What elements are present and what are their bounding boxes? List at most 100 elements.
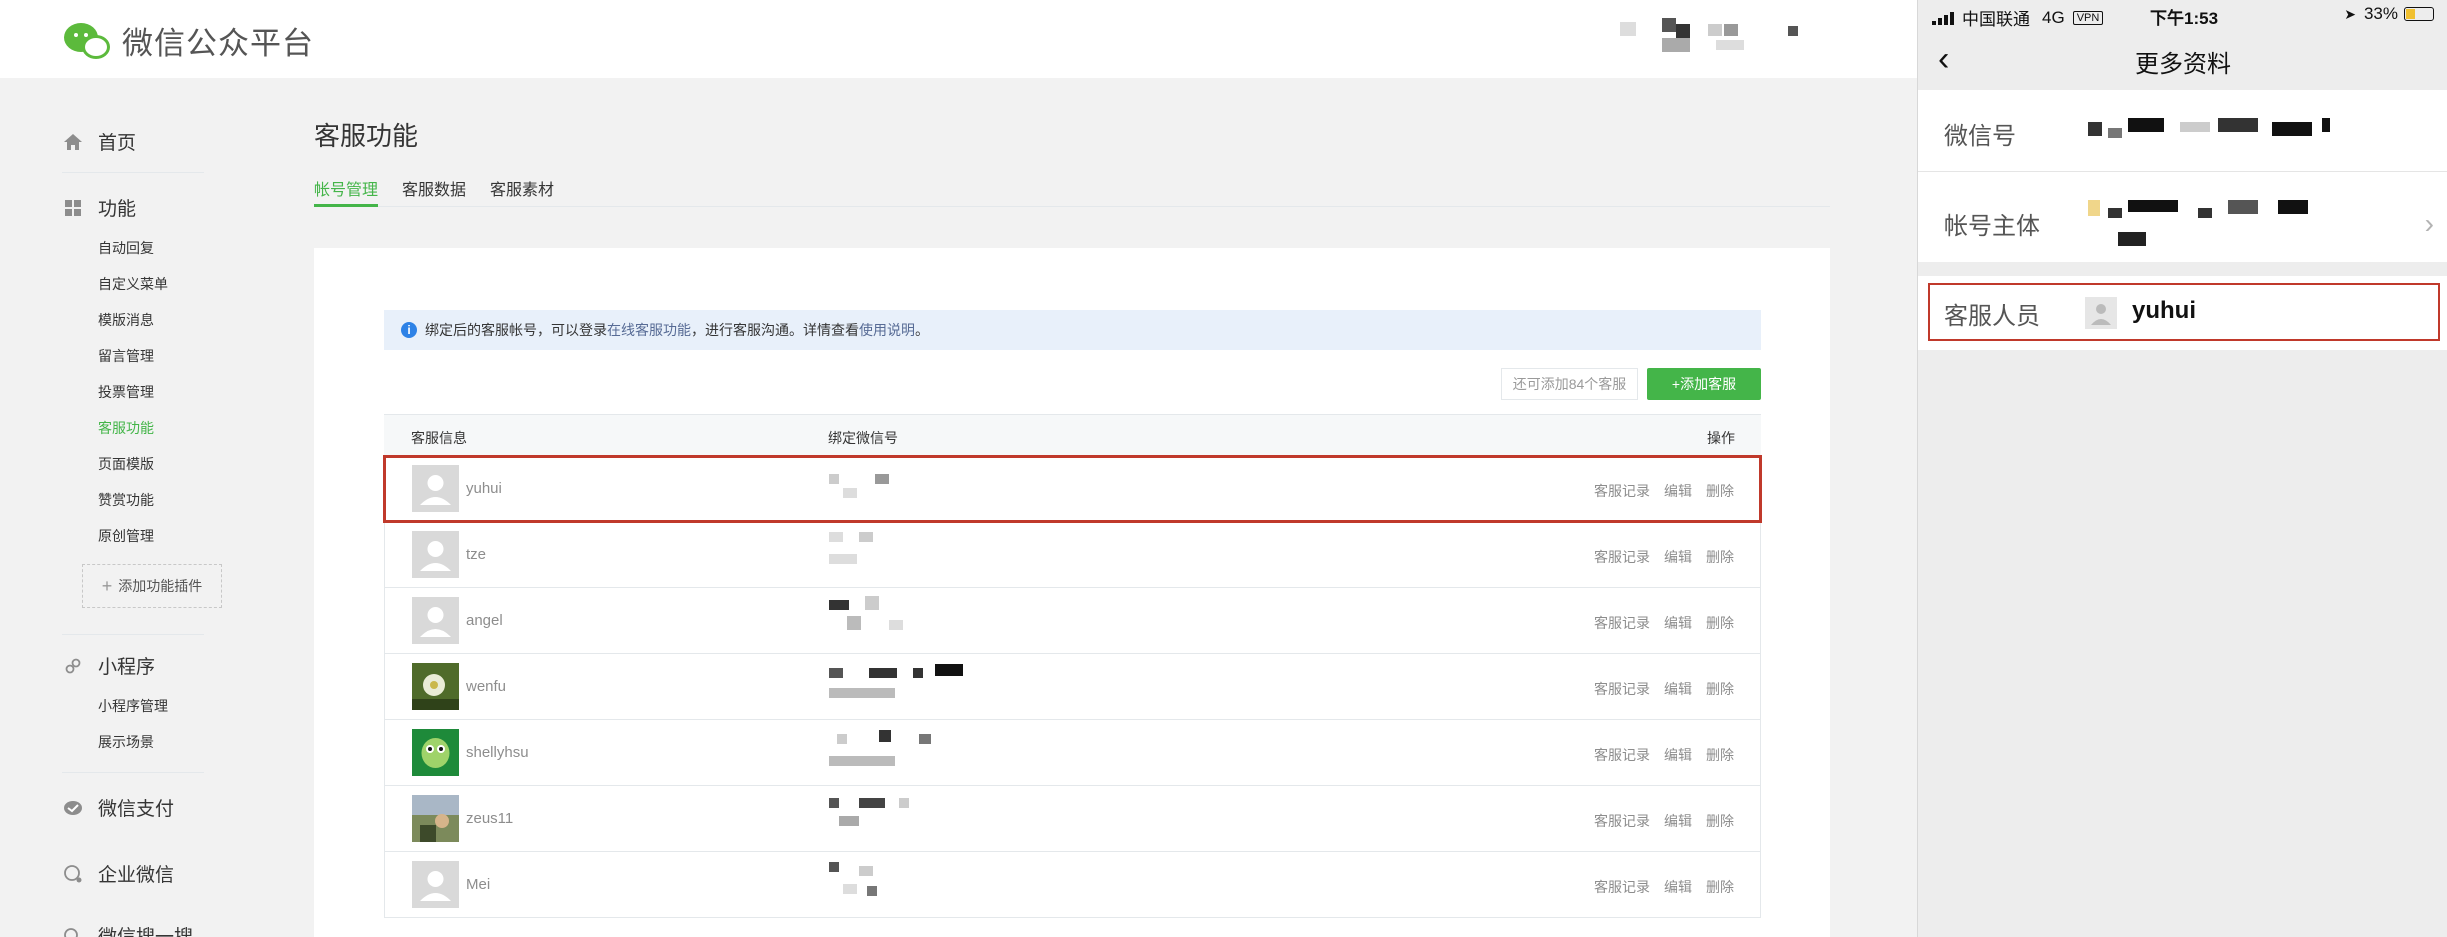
agent-name: tze [466, 546, 487, 563]
delete-link[interactable]: 删除 [1706, 681, 1734, 697]
tab-account-management[interactable]: 帐号管理 [314, 176, 379, 207]
sidebar-item-search[interactable]: 微信搜一搜 [62, 922, 193, 937]
sidebar-item-home[interactable]: 首页 [62, 128, 136, 155]
account-avatar-blurred[interactable] [1620, 18, 1810, 58]
sidebar-subitem-original[interactable]: 原创管理 [98, 526, 154, 546]
list-item-wechat-id: 微信号 [1918, 90, 2447, 172]
sidebar-subitem-auto-reply[interactable]: 自动回复 [98, 238, 154, 258]
section-gap [1918, 262, 2447, 276]
table-row[interactable]: Mei 客服记录 编辑 删除 [384, 852, 1761, 918]
edit-link[interactable]: 编辑 [1664, 813, 1692, 829]
carrier: 中国联通 [1962, 10, 2030, 29]
service-record-link[interactable]: 客服记录 [1594, 813, 1650, 829]
service-record-link[interactable]: 客服记录 [1594, 615, 1650, 631]
avatar [412, 729, 459, 776]
sidebar-item-miniprogram[interactable]: 小程序 [62, 652, 155, 679]
bound-wechat-blurred [829, 730, 939, 776]
table-row[interactable]: angel 客服记录 编辑 删除 [384, 588, 1761, 654]
edit-link[interactable]: 编辑 [1664, 879, 1692, 895]
avatar [412, 795, 459, 842]
edit-link[interactable]: 编辑 [1664, 483, 1692, 499]
logo[interactable]: 微信公众平台 [62, 18, 314, 63]
delete-link[interactable]: 删除 [1706, 813, 1734, 829]
service-record-link[interactable]: 客服记录 [1594, 549, 1650, 565]
sidebar-item-wechat-pay[interactable]: 微信支付 [62, 794, 174, 821]
tab-service-data[interactable]: 客服数据 [402, 176, 466, 207]
row-actions: 客服记录 编辑 删除 [1580, 547, 1734, 567]
search-icon [62, 925, 84, 937]
wechat-pay-icon [62, 797, 84, 819]
agent-name: zeus11 [466, 810, 514, 827]
agent-name: Mei [466, 876, 491, 893]
column-header: 操作 [1707, 430, 1735, 446]
delete-link[interactable]: 删除 [1706, 879, 1734, 895]
page-title: 客服功能 [314, 121, 419, 151]
sidebar-item-label: 企业微信 [98, 865, 175, 886]
service-record-link[interactable]: 客服记录 [1594, 483, 1650, 499]
battery-percent: 33% [2363, 4, 2398, 23]
profile-list: 微信号 帐号主体 › [1918, 90, 2447, 272]
link-icon [62, 655, 84, 677]
bound-wechat-blurred [829, 862, 909, 908]
row-actions: 客服记录 编辑 删除 [1580, 745, 1734, 765]
delete-link[interactable]: 删除 [1706, 483, 1734, 499]
status-bar: 中国联通 4G VPN 下午1:53 ➤ 33% [1918, 0, 2447, 30]
table-row[interactable]: zeus11 客服记录 编辑 删除 [384, 786, 1761, 852]
edit-link[interactable]: 编辑 [1664, 747, 1692, 763]
sidebar-subitem-page-template[interactable]: 页面模版 [98, 454, 154, 474]
table-row[interactable]: wenfu 客服记录 编辑 删除 [384, 654, 1761, 720]
delete-link[interactable]: 删除 [1706, 549, 1734, 565]
table-row[interactable]: tze 客服记录 编辑 删除 [384, 522, 1761, 588]
network-type: 4G [2042, 7, 2065, 27]
service-record-link[interactable]: 客服记录 [1594, 681, 1650, 697]
divider [62, 772, 204, 773]
notice-text: ，进行客服沟通。详情查看 [691, 322, 859, 338]
table-row[interactable]: yuhui 客服记录 编辑 删除 [383, 455, 1762, 523]
sidebar-subitem-custom-menu[interactable]: 自定义菜单 [98, 274, 168, 294]
sidebar-subitem-miniprogram-manage[interactable]: 小程序管理 [98, 696, 168, 716]
avatar [412, 531, 459, 578]
sidebar-subitem-template-msg[interactable]: 模版消息 [98, 310, 154, 330]
notice-text: 。 [915, 322, 929, 338]
sidebar-item-features[interactable]: 功能 [62, 194, 136, 221]
online-service-link[interactable]: 在线客服功能 [607, 320, 691, 340]
list-item-account-owner[interactable]: 帐号主体 › [1918, 172, 2447, 272]
row-actions: 客服记录 编辑 删除 [1580, 877, 1734, 897]
column-header: 绑定微信号 [828, 430, 898, 446]
sidebar-item-work-wechat[interactable]: 企业微信 [62, 860, 174, 887]
bound-wechat-blurred [829, 798, 929, 842]
add-agent-button[interactable]: +添加客服 [1647, 368, 1761, 400]
sidebar-subitem-votes[interactable]: 投票管理 [98, 382, 154, 402]
service-record-link[interactable]: 客服记录 [1594, 747, 1650, 763]
info-notice: i 绑定后的客服帐号，可以登录 在线客服功能 ，进行客服沟通。详情查看 使用说明… [384, 310, 1761, 350]
edit-link[interactable]: 编辑 [1664, 681, 1692, 697]
edit-link[interactable]: 编辑 [1664, 615, 1692, 631]
table-row[interactable]: shellyhsu 客服记录 编辑 删除 [384, 720, 1761, 786]
delete-link[interactable]: 删除 [1706, 615, 1734, 631]
sidebar-subitem-reward[interactable]: 赞赏功能 [98, 490, 154, 510]
sidebar-subitem-customer-service[interactable]: 客服功能 [98, 418, 154, 438]
tab-service-material[interactable]: 客服素材 [490, 176, 554, 207]
divider [62, 634, 204, 635]
sidebar-item-label: 微信支付 [98, 799, 175, 820]
avatar [412, 663, 459, 710]
plus-icon: + [101, 575, 113, 596]
sidebar-subitem-comments[interactable]: 留言管理 [98, 346, 154, 366]
tab-bar: 帐号管理 客服数据 客服素材 [314, 176, 1830, 207]
add-plugin-button[interactable]: + 添加功能插件 [82, 564, 222, 608]
sidebar-item-label: 功能 [98, 199, 137, 220]
delete-link[interactable]: 删除 [1706, 747, 1734, 763]
home-icon [62, 131, 84, 153]
agent-name: shellyhsu [466, 744, 529, 761]
sidebar-subitem-scenes[interactable]: 展示场景 [98, 732, 154, 752]
usage-guide-link[interactable]: 使用说明 [859, 320, 915, 340]
signal-icon [1932, 11, 1956, 25]
top-header: 微信公众平台 [0, 0, 1917, 78]
add-plugin-label: 添加功能插件 [118, 578, 203, 594]
service-record-link[interactable]: 客服记录 [1594, 879, 1650, 895]
row-actions: 客服记录 编辑 删除 [1580, 811, 1734, 831]
row-actions: 客服记录 编辑 删除 [1580, 679, 1734, 699]
row-actions: 客服记录 编辑 删除 [1580, 613, 1734, 633]
sidebar-item-label: 微信搜一搜 [98, 922, 193, 937]
edit-link[interactable]: 编辑 [1664, 549, 1692, 565]
